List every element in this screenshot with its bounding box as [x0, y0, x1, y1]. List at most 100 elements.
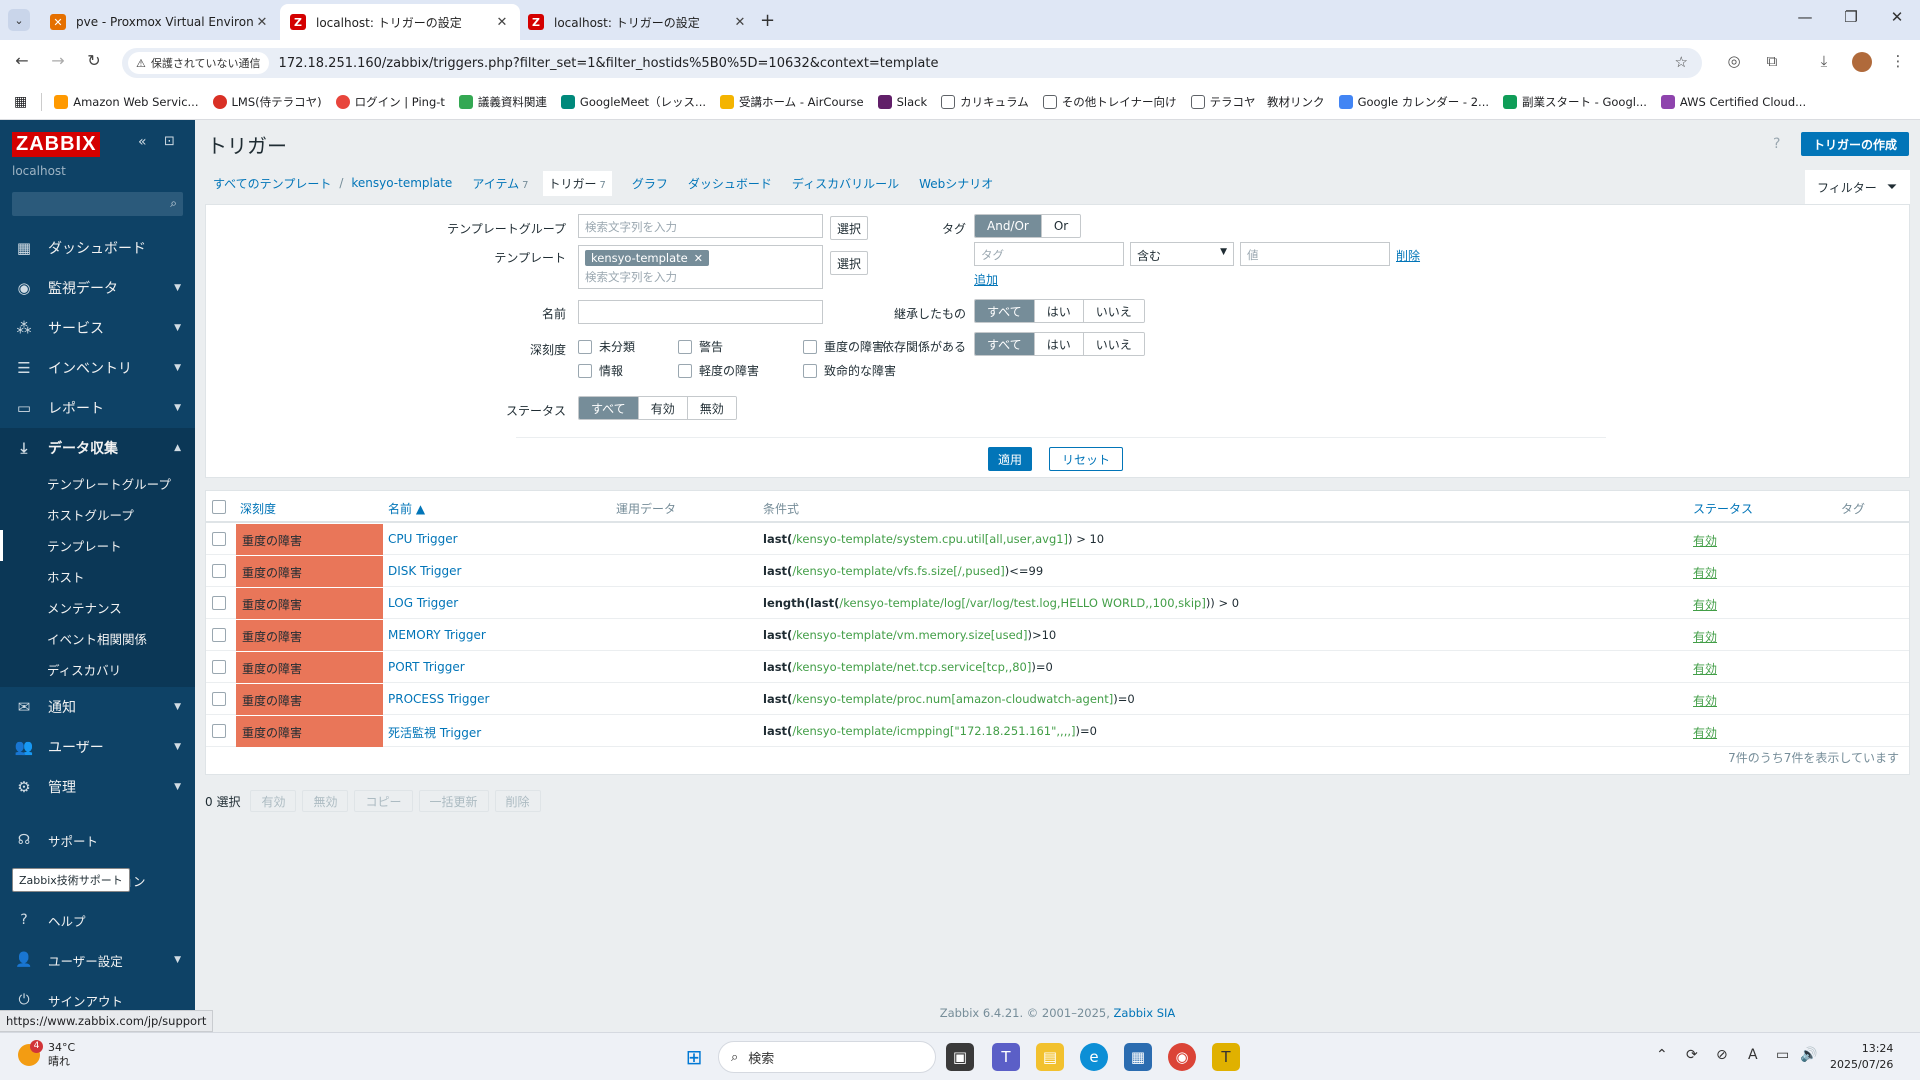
- breadcrumb-template[interactable]: kensyo-template: [351, 176, 452, 190]
- mass-enable-button[interactable]: 有効: [250, 790, 297, 812]
- close-window-icon[interactable]: ✕: [1874, 8, 1920, 26]
- bookmark-item[interactable]: ログイン | Ping-t: [335, 94, 445, 110]
- checkbox[interactable]: [803, 339, 817, 354]
- taskbar-search[interactable]: ⌕ 検索: [718, 1041, 936, 1073]
- remove-tag-link[interactable]: 削除: [1396, 247, 1420, 264]
- mass-update-button[interactable]: 一括更新: [418, 790, 489, 812]
- trigger-name-link[interactable]: PROCESS Trigger: [388, 692, 489, 706]
- expression-item-link[interactable]: /kensyo-template/icmpping["172.18.251.16…: [792, 724, 1075, 738]
- menu-item-monitoring[interactable]: ◉ 監視データ ▼: [0, 268, 195, 308]
- name-input[interactable]: [578, 300, 823, 324]
- row-checkbox[interactable]: [212, 564, 226, 578]
- close-tab-icon[interactable]: ✕: [494, 15, 510, 30]
- restore-icon[interactable]: ❐: [1828, 8, 1874, 26]
- tag-value-input[interactable]: 値: [1240, 242, 1390, 266]
- menu-item-reports[interactable]: ▭ レポート ▼: [0, 388, 195, 428]
- status-toggle[interactable]: 有効: [1693, 564, 1717, 581]
- row-checkbox[interactable]: [212, 724, 226, 738]
- submenu-item-host-groups[interactable]: ホストグループ: [0, 499, 195, 530]
- trigger-name-link[interactable]: PORT Trigger: [388, 660, 465, 674]
- template-select-button[interactable]: 選択: [830, 251, 868, 275]
- tray-overflow-icon[interactable]: ⌃: [1656, 1047, 1668, 1063]
- bookmark-folder[interactable]: カリキュラム: [941, 94, 1029, 110]
- menu-item-services[interactable]: ⁂ サービス ▼: [0, 308, 195, 348]
- inherited-option-all[interactable]: すべて: [975, 300, 1035, 322]
- menu-item-support[interactable]: ☊ サポート: [0, 820, 195, 860]
- expression-item-link[interactable]: /kensyo-template/vm.memory.size[used]: [792, 628, 1027, 642]
- breadcrumb-all-templates[interactable]: すべてのテンプレート: [213, 175, 331, 192]
- browser-menu-icon[interactable]: ⋮: [1886, 52, 1910, 70]
- select-all-checkbox[interactable]: [212, 500, 226, 514]
- download-icon[interactable]: ⤓: [1812, 52, 1836, 70]
- mass-delete-button[interactable]: 削除: [494, 790, 541, 812]
- status-option-enabled[interactable]: 有効: [638, 397, 688, 419]
- tab-graphs[interactable]: グラフ: [632, 175, 668, 192]
- menu-item-user-settings[interactable]: 👤 ユーザー設定 ▼: [0, 940, 195, 980]
- mass-copy-button[interactable]: コピー: [354, 790, 413, 812]
- trigger-name-link[interactable]: LOG Trigger: [388, 596, 458, 610]
- sidebar-search-input[interactable]: ⌕: [12, 192, 183, 216]
- terminal-app-icon[interactable]: T: [1212, 1043, 1240, 1071]
- system-clock[interactable]: 13:24 2025/07/26: [1830, 1041, 1893, 1073]
- address-bar[interactable]: ⚠ 保護されていない通信 172.18.251.160/zabbix/trigg…: [122, 48, 1702, 78]
- search-icon[interactable]: ⌕: [170, 196, 177, 211]
- sync-icon[interactable]: ⟳: [1686, 1047, 1698, 1063]
- severity-checkbox-warning[interactable]: 警告: [678, 338, 723, 355]
- status-toggle[interactable]: 有効: [1693, 532, 1717, 549]
- tab-items[interactable]: アイテム 7: [472, 175, 528, 192]
- tab-discovery-rules[interactable]: ディスカバリルール: [792, 175, 899, 192]
- menu-item-help[interactable]: ? ヘルプ: [0, 900, 195, 940]
- expression-item-link[interactable]: /kensyo-template/log[/var/log/test.log,H…: [839, 596, 1205, 610]
- severity-checkbox-disaster[interactable]: 致命的な障害: [803, 362, 896, 379]
- inherited-option-no[interactable]: いいえ: [1083, 300, 1144, 322]
- bookmark-item[interactable]: LMS(侍テラコヤ): [212, 94, 322, 110]
- profile-avatar[interactable]: [1852, 52, 1872, 72]
- windows-start-icon[interactable]: ⊞: [680, 1043, 708, 1071]
- expression-item-link[interactable]: /kensyo-template/system.cpu.util[all,use…: [792, 532, 1068, 546]
- store-icon[interactable]: ▦: [1124, 1043, 1152, 1071]
- status-toggle[interactable]: 有効: [1693, 692, 1717, 709]
- inherited-option-yes[interactable]: はい: [1034, 300, 1084, 322]
- back-arrow-icon[interactable]: ←: [10, 51, 34, 70]
- footer-link[interactable]: Zabbix SIA: [1114, 1006, 1176, 1020]
- trigger-name-link[interactable]: CPU Trigger: [388, 532, 458, 546]
- expression-item-link[interactable]: /kensyo-template/proc.num[amazon-cloudwa…: [792, 692, 1113, 706]
- row-checkbox[interactable]: [212, 692, 226, 706]
- bookmark-item[interactable]: 副業スタート - Googl...: [1503, 94, 1647, 110]
- dependencies-option-yes[interactable]: はい: [1034, 333, 1084, 355]
- extensions-icon[interactable]: ⧉: [1760, 52, 1784, 70]
- ime-icon[interactable]: A: [1748, 1047, 1758, 1063]
- checkbox[interactable]: [578, 363, 592, 378]
- column-status[interactable]: ステータス: [1693, 500, 1753, 517]
- submenu-item-templates[interactable]: テンプレート: [0, 530, 195, 561]
- row-checkbox[interactable]: [212, 532, 226, 546]
- reload-icon[interactable]: ↻: [82, 51, 106, 70]
- url-text[interactable]: 172.18.251.160/zabbix/triggers.php?filte…: [279, 56, 939, 71]
- bookmark-item[interactable]: GoogleMeet（レッス...: [560, 94, 706, 110]
- teams-icon[interactable]: T: [992, 1043, 1020, 1071]
- security-indicator[interactable]: ⚠ 保護されていない通信: [128, 52, 269, 74]
- camera-icon[interactable]: ◎: [1722, 52, 1746, 70]
- trigger-name-link[interactable]: DISK Trigger: [388, 564, 461, 578]
- severity-checkbox-information[interactable]: 情報: [578, 362, 623, 379]
- tab-triggers[interactable]: トリガー 7: [542, 170, 612, 196]
- collapse-sidebar-icon[interactable]: «: [138, 134, 147, 150]
- submenu-item-maintenance[interactable]: メンテナンス: [0, 592, 195, 623]
- menu-item-administration[interactable]: ⚙ 管理 ▼: [0, 767, 195, 807]
- zabbix-logo[interactable]: ZABBIX: [12, 132, 101, 157]
- weather-widget[interactable]: 4 34°C 晴れ: [18, 1040, 75, 1069]
- browser-tab-triggers-active[interactable]: Z localhost: トリガーの設定 ✕: [280, 4, 520, 40]
- trigger-name-link[interactable]: MEMORY Trigger: [388, 628, 486, 642]
- status-toggle[interactable]: 有効: [1693, 724, 1717, 741]
- edge-icon[interactable]: e: [1080, 1043, 1108, 1071]
- status-toggle[interactable]: 有効: [1693, 660, 1717, 677]
- kiosk-mode-icon[interactable]: ⊡: [164, 134, 175, 149]
- browser-tab-proxmox[interactable]: ✕ pve - Proxmox Virtual Environm ✕: [40, 4, 280, 40]
- status-toggle[interactable]: 有効: [1693, 628, 1717, 645]
- severity-checkbox-not-classified[interactable]: 未分類: [578, 338, 635, 355]
- checkbox[interactable]: [678, 339, 692, 354]
- checkbox[interactable]: [678, 363, 692, 378]
- menu-item-inventory[interactable]: ☰ インベントリ ▼: [0, 348, 195, 388]
- tab-search-button[interactable]: ⌄: [8, 9, 30, 31]
- template-group-input[interactable]: 検索文字列を入力: [578, 214, 823, 238]
